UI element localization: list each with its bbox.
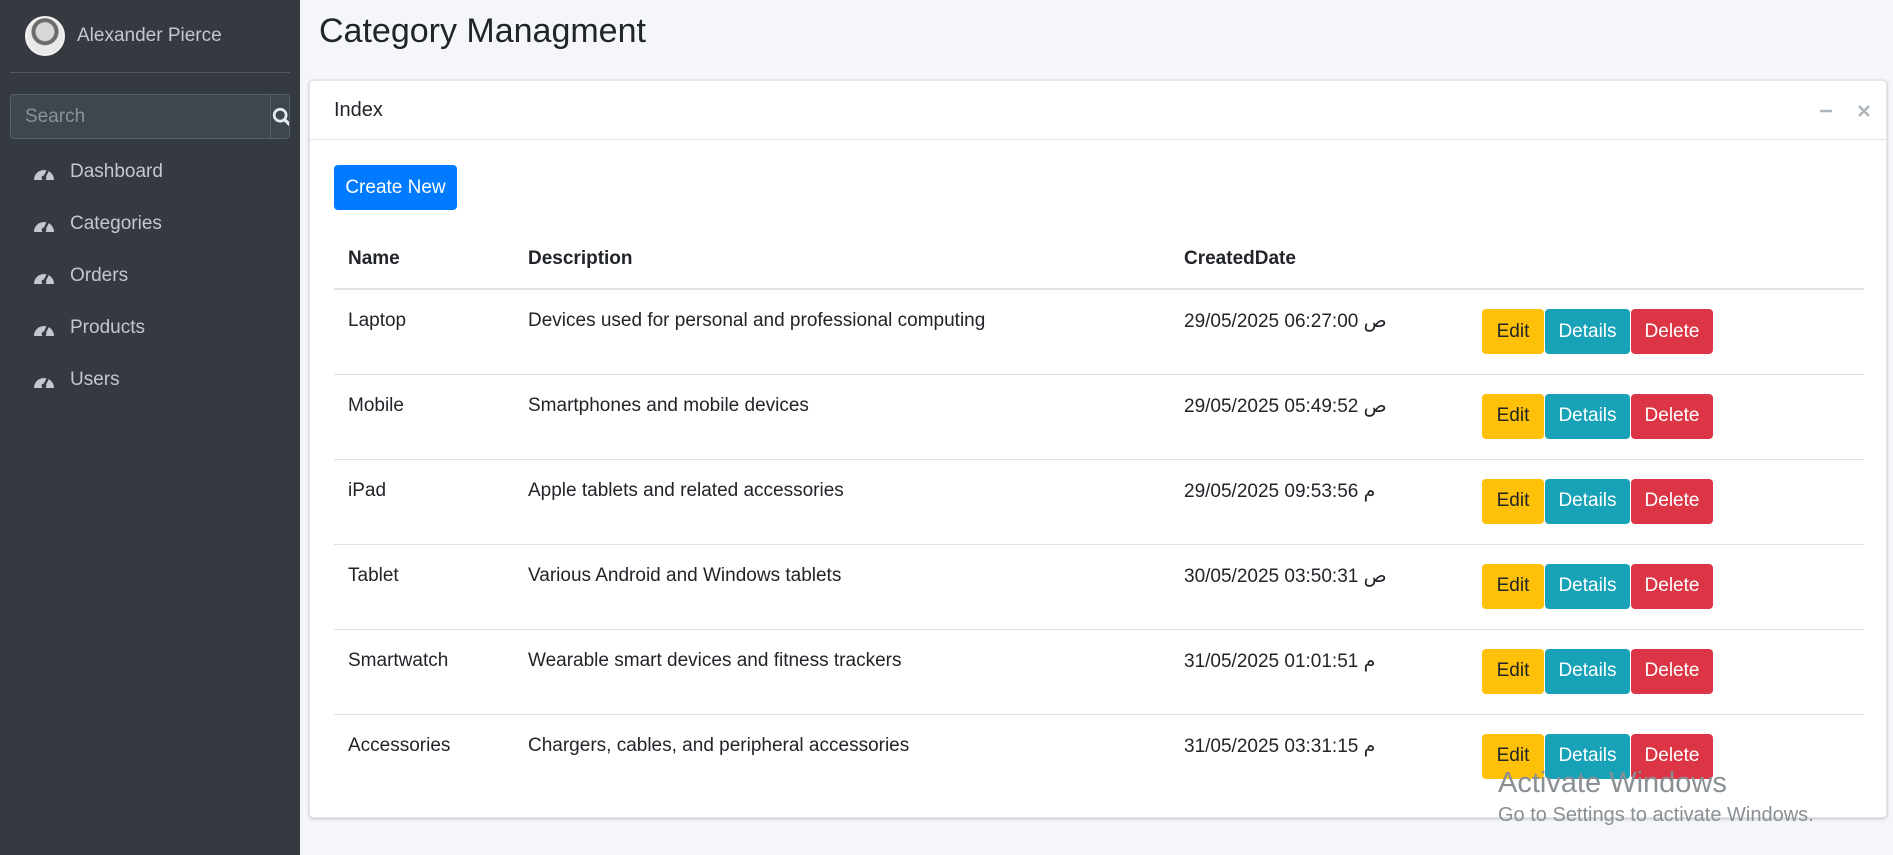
edit-button[interactable]: Edit	[1482, 648, 1544, 694]
cell-created-date: 30/05/2025 03:50:31 ص	[1170, 544, 1482, 630]
sidebar-item-label: Orders	[70, 265, 129, 286]
cell-name: iPad	[334, 459, 514, 545]
cell-name: Accessories	[348, 734, 451, 756]
search-input[interactable]	[11, 95, 270, 138]
sidebar: Alexander Pierce Dashboard Categories	[0, 0, 300, 855]
table-row: Laptop Devices used for personal and pro…	[334, 289, 1864, 375]
table-row: iPad Apple tablets and related accessori…	[334, 459, 1864, 545]
avatar[interactable]	[25, 16, 65, 56]
close-icon	[1858, 105, 1870, 117]
category-table: Name Description CreatedDate Laptop Devi…	[334, 229, 1864, 799]
sidebar-item-label: Dashboard	[70, 161, 163, 182]
cell-name: Laptop	[334, 289, 514, 375]
table-header-row: Name Description CreatedDate	[334, 229, 1864, 290]
table-row: Tablet Various Android and Windows table…	[334, 544, 1864, 630]
cell-description: Wearable smart devices and fitness track…	[514, 629, 1170, 715]
details-button[interactable]: Details	[1545, 563, 1630, 609]
delete-button[interactable]: Delete	[1631, 478, 1713, 524]
edit-button[interactable]: Edit	[1482, 563, 1544, 609]
search-button[interactable]	[270, 95, 289, 138]
cell-created-date: 31/05/2025 03:31:15 م	[1184, 735, 1376, 757]
edit-button[interactable]: Edit	[1482, 393, 1544, 439]
edit-button[interactable]: Edit	[1482, 478, 1544, 524]
delete-button[interactable]: Delete	[1631, 563, 1713, 609]
sidebar-item-categories[interactable]: Categories	[10, 198, 290, 250]
details-button[interactable]: Details	[1545, 393, 1630, 439]
tachometer-icon	[32, 370, 56, 390]
row-actions: Edit Details Delete	[1482, 459, 1864, 545]
sidebar-nav: Dashboard Categories Orders Products Use…	[10, 146, 290, 406]
cell-created-date: 29/05/2025 09:53:56 م	[1170, 459, 1482, 545]
create-new-button[interactable]: Create New	[334, 165, 457, 210]
watermark-title: Activate Windows	[1498, 767, 1727, 799]
sidebar-item-label: Users	[70, 369, 120, 390]
cell-created-date: 29/05/2025 06:27:00 ص	[1170, 289, 1482, 375]
sidebar-search	[10, 94, 290, 139]
column-header-description: Description	[514, 229, 1170, 290]
tachometer-icon	[32, 318, 56, 338]
card-header: Index	[310, 81, 1886, 140]
cell-description: Devices used for personal and profession…	[514, 289, 1170, 375]
cell-created-date: 29/05/2025 05:49:52 ص	[1170, 374, 1482, 460]
cell-description: Smartphones and mobile devices	[514, 374, 1170, 460]
sidebar-item-orders[interactable]: Orders	[10, 250, 290, 302]
cell-name: Mobile	[334, 374, 514, 460]
sidebar-item-label: Products	[70, 317, 145, 338]
activate-windows-watermark: Activate Windows Go to Settings to activ…	[1498, 767, 1814, 827]
row-actions: Edit Details Delete	[1482, 289, 1864, 375]
cell-description: Chargers, cables, and peripheral accesso…	[528, 734, 910, 756]
table-row: Mobile Smartphones and mobile devices 29…	[334, 374, 1864, 460]
row-actions: Edit Details Delete	[1482, 544, 1864, 630]
card-tools	[1814, 99, 1876, 123]
search-icon	[272, 107, 289, 126]
delete-button[interactable]: Delete	[1631, 309, 1713, 354]
table-row: Smartwatch Wearable smart devices and fi…	[334, 629, 1864, 715]
card-title: Index	[334, 98, 383, 121]
delete-button[interactable]: Delete	[1631, 648, 1713, 694]
tachometer-icon	[32, 214, 56, 234]
minimize-icon	[1820, 109, 1832, 113]
details-button[interactable]: Details	[1545, 478, 1630, 524]
row-actions: Edit Details Delete	[1482, 374, 1864, 460]
edit-button[interactable]: Edit	[1482, 309, 1544, 354]
sidebar-item-label: Categories	[70, 213, 162, 234]
column-header-name: Name	[334, 229, 514, 290]
index-card: Index Create New Name Description Create…	[309, 80, 1887, 818]
tachometer-icon	[32, 162, 56, 182]
column-header-actions	[1482, 229, 1864, 290]
details-button[interactable]: Details	[1545, 309, 1630, 354]
cell-name: Tablet	[334, 544, 514, 630]
delete-button[interactable]: Delete	[1631, 393, 1713, 439]
sidebar-item-users[interactable]: Users	[10, 354, 290, 406]
remove-button[interactable]	[1852, 99, 1876, 123]
row-actions: Edit Details Delete	[1482, 629, 1864, 715]
tachometer-icon	[32, 266, 56, 286]
details-button[interactable]: Details	[1545, 648, 1630, 694]
sidebar-item-dashboard[interactable]: Dashboard	[10, 146, 290, 198]
user-name[interactable]: Alexander Pierce	[77, 25, 222, 47]
column-header-created-date: CreatedDate	[1170, 229, 1482, 290]
collapse-button[interactable]	[1814, 99, 1838, 123]
user-panel[interactable]: Alexander Pierce	[10, 0, 290, 73]
cell-name: Smartwatch	[334, 629, 514, 715]
sidebar-item-products[interactable]: Products	[10, 302, 290, 354]
cell-created-date: 31/05/2025 01:01:51 م	[1170, 629, 1482, 715]
cell-description: Various Android and Windows tablets	[514, 544, 1170, 630]
cell-description: Apple tablets and related accessories	[514, 459, 1170, 545]
page-title: Category Managment	[319, 12, 646, 50]
watermark-subtitle: Go to Settings to activate Windows.	[1498, 804, 1814, 826]
